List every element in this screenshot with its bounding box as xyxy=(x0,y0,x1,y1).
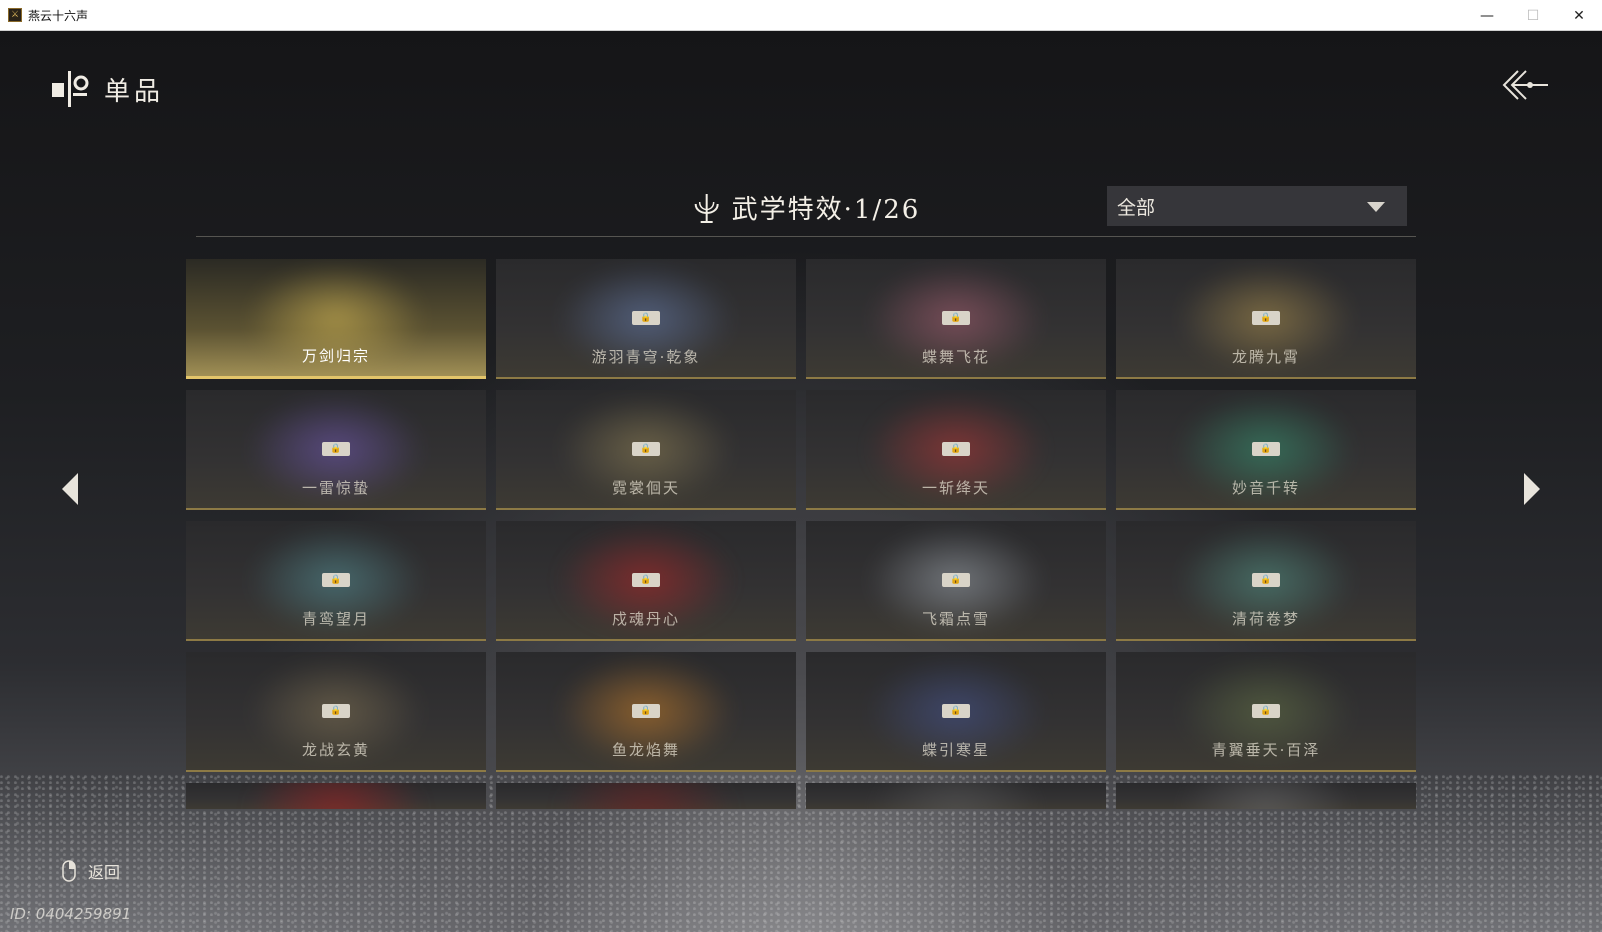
effect-card-partial[interactable] xyxy=(1116,783,1416,809)
lock-icon: 🔒 xyxy=(942,573,970,587)
martial-effects-icon xyxy=(694,193,719,223)
effect-card-partial[interactable] xyxy=(496,783,796,809)
lock-icon: 🔒 xyxy=(1252,704,1280,718)
effect-preview-image xyxy=(556,783,736,809)
previous-page-arrow-icon[interactable] xyxy=(60,471,80,507)
effect-card-label: 飞霜点雪 xyxy=(921,610,990,628)
back-arrow-icon[interactable] xyxy=(1500,67,1550,103)
effect-card-label: 清荷卷梦 xyxy=(1231,610,1300,628)
effect-card-label: 一斩绛天 xyxy=(921,479,990,497)
effect-card-label: 游羽青穹·乾象 xyxy=(591,348,701,366)
game-viewport: 单品 武学特效·1/26 全部 万剑归宗 🔒 游羽青穹·乾象 🔒 蝶舞飞花 🔒 龙腾九霄 🔒 一… xyxy=(0,31,1602,932)
effect-card-label: 蝶引寒星 xyxy=(921,741,990,759)
lock-icon: 🔒 xyxy=(322,704,350,718)
effect-card-partial[interactable] xyxy=(806,783,1106,809)
filter-selected: 全部 xyxy=(1117,196,1156,219)
effect-card[interactable]: 🔒 清荷卷梦 xyxy=(1116,521,1416,641)
page-title: 单品 xyxy=(104,76,165,107)
effect-card[interactable]: 🔒 飞霜点雪 xyxy=(806,521,1106,641)
effect-card-label: 戍魂丹心 xyxy=(611,610,680,628)
effect-card-label: 鱼龙焰舞 xyxy=(611,741,680,759)
effect-card[interactable]: 万剑归宗 xyxy=(186,259,486,379)
effect-card-partial[interactable] xyxy=(186,783,486,809)
lock-icon: 🔒 xyxy=(632,311,660,325)
lock-icon: 🔒 xyxy=(322,442,350,456)
effect-card[interactable]: 🔒 蝶舞飞花 xyxy=(806,259,1106,379)
effect-card-label: 青鸾望月 xyxy=(301,610,370,628)
maximize-button[interactable]: ☐ xyxy=(1510,0,1556,31)
back-label: 返回 xyxy=(88,863,121,882)
effect-card-label: 龙战玄黄 xyxy=(301,741,370,759)
lock-icon: 🔒 xyxy=(1252,573,1280,587)
effect-card[interactable]: 🔒 戍魂丹心 xyxy=(496,521,796,641)
effect-card[interactable]: 🔒 妙音千转 xyxy=(1116,390,1416,510)
effect-preview-image xyxy=(1176,783,1356,809)
window-title: 燕云十六声 xyxy=(28,8,89,23)
effect-preview-image xyxy=(246,783,426,809)
effect-card-label: 一雷惊蛰 xyxy=(301,479,370,497)
lock-icon: 🔒 xyxy=(632,442,660,456)
effect-card-label: 蝶舞飞花 xyxy=(921,348,990,366)
lock-icon: 🔒 xyxy=(942,704,970,718)
effect-card[interactable]: 🔒 蝶引寒星 xyxy=(806,652,1106,772)
next-page-arrow-icon[interactable] xyxy=(1522,471,1542,507)
lock-icon: 🔒 xyxy=(632,704,660,718)
app-icon: ⚔ xyxy=(8,8,22,22)
lock-icon: 🔒 xyxy=(942,311,970,325)
effect-card-label: 青翼垂天·百泽 xyxy=(1211,741,1321,759)
section-title-text: 武学特效·1/26 xyxy=(731,195,921,225)
effect-card-label: 霓裳佪天 xyxy=(611,479,680,497)
lock-icon: 🔒 xyxy=(322,573,350,587)
window-controls: — ☐ ✕ xyxy=(1464,0,1602,31)
section-title: 武学特效·1/26 xyxy=(692,189,921,226)
effect-card-label: 妙音千转 xyxy=(1231,479,1300,497)
effect-card[interactable]: 🔒 青翼垂天·百泽 xyxy=(1116,652,1416,772)
effect-card-label: 万剑归宗 xyxy=(301,347,370,365)
close-button[interactable]: ✕ xyxy=(1556,0,1602,31)
page-header: 单品 xyxy=(50,69,164,109)
effect-card[interactable]: 🔒 龙战玄黄 xyxy=(186,652,486,772)
effect-card[interactable]: 🔒 霓裳佪天 xyxy=(496,390,796,510)
effect-card[interactable]: 🔒 青鸾望月 xyxy=(186,521,486,641)
filter-dropdown[interactable]: 全部 xyxy=(1107,186,1407,226)
effect-card[interactable]: 🔒 游羽青穹·乾象 xyxy=(496,259,796,379)
effects-grid: 万剑归宗 🔒 游羽青穹·乾象 🔒 蝶舞飞花 🔒 龙腾九霄 🔒 一雷惊蛰 🔒 霓裳佪天 🔒 一斩绛天 🔒 妙音… xyxy=(186,259,1416,809)
player-id: ID: 0404259891 xyxy=(10,905,132,923)
back-hint[interactable]: 返回 xyxy=(62,859,120,883)
effect-card[interactable]: 🔒 一雷惊蛰 xyxy=(186,390,486,510)
effect-card[interactable]: 🔒 龙腾九霄 xyxy=(1116,259,1416,379)
lock-icon: 🔒 xyxy=(942,442,970,456)
effect-card-label: 龙腾九霄 xyxy=(1231,348,1300,366)
chevron-down-icon xyxy=(1367,202,1385,212)
lock-icon: 🔒 xyxy=(1252,442,1280,456)
window-titlebar: ⚔ 燕云十六声 — ☐ ✕ xyxy=(0,0,1602,31)
item-category-icon xyxy=(52,71,89,107)
lock-icon: 🔒 xyxy=(1252,311,1280,325)
effect-card[interactable]: 🔒 一斩绛天 xyxy=(806,390,1106,510)
mouse-right-click-icon xyxy=(62,860,76,882)
effect-preview-image xyxy=(866,783,1046,809)
minimize-button[interactable]: — xyxy=(1464,0,1510,31)
lock-icon: 🔒 xyxy=(632,573,660,587)
effect-card[interactable]: 🔒 鱼龙焰舞 xyxy=(496,652,796,772)
